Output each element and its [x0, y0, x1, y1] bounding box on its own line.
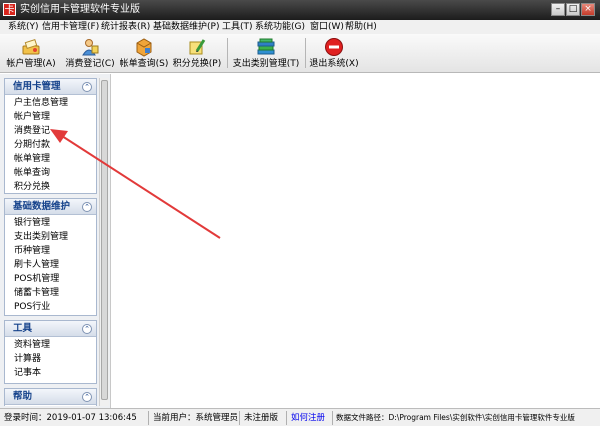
- nav-group-card-management: 信用卡管理 ⌃ 户主信息管理 帐户管理 消费登记 分期付款 帐单管理 帐单查询 …: [4, 78, 97, 194]
- nav-group-header[interactable]: 信用卡管理 ⌃: [5, 79, 96, 95]
- nav-scrollbar[interactable]: [99, 78, 109, 406]
- nav-group-title: 工具: [13, 323, 33, 334]
- status-register-state: 未注册版: [244, 413, 279, 423]
- collapse-icon[interactable]: ⌃: [82, 392, 92, 402]
- nav-item-data-management[interactable]: 资料管理: [5, 338, 96, 352]
- title-bar: 卡 实创信用卡管理软件专业版 – □ ×: [0, 0, 600, 20]
- status-separator: [286, 411, 287, 425]
- account-icon: [22, 38, 40, 55]
- menu-base-data[interactable]: 基础数据维护(P): [153, 21, 219, 33]
- books-icon: [257, 38, 275, 55]
- nav-item-notepad[interactable]: 记事本: [5, 366, 96, 380]
- status-data-path: 数据文件路径：D:\Program Files\实创软件\实创信用卡管理软件专业…: [336, 413, 575, 422]
- nav-item-pos-machine[interactable]: POS机管理: [5, 272, 96, 286]
- toolbar-account-button[interactable]: 帐户管理(A): [2, 34, 60, 72]
- toolbar-label: 帐单查询(S): [119, 59, 169, 69]
- window-title: 实创信用卡管理软件专业版: [20, 4, 140, 15]
- nav-group-header[interactable]: 帮助 ⌃: [5, 389, 96, 405]
- menu-bar: 系统(Y) 信用卡管理(F) 统计报表(R) 基础数据维护(P) 工具(T) 系…: [0, 20, 600, 34]
- toolbar-consume-register-button[interactable]: 消费登记(C): [62, 34, 118, 72]
- status-register-link[interactable]: 如何注册: [291, 412, 325, 424]
- menu-reports[interactable]: 统计报表(R): [101, 21, 150, 33]
- close-button[interactable]: ×: [581, 3, 595, 16]
- nav-item-bill-management[interactable]: 帐单管理: [5, 152, 96, 166]
- menu-card-management[interactable]: 信用卡管理(F): [42, 21, 99, 33]
- status-login-time: 登录时间：2019-01-07 13:06:45: [4, 413, 137, 423]
- nav-group-base-data: 基础数据维护 ⌃ 银行管理 支出类别管理 币种管理 刷卡人管理 POS机管理 储…: [4, 198, 97, 316]
- toolbar-separator: [227, 38, 228, 68]
- toolbar-label: 支出类别管理(T): [232, 59, 300, 69]
- nav-group-title: 信用卡管理: [13, 81, 61, 92]
- nav-item-installment[interactable]: 分期付款: [5, 138, 96, 152]
- nav-group-header[interactable]: 基础数据维护 ⌃: [5, 199, 96, 215]
- toolbar-label: 退出系统(X): [309, 59, 359, 69]
- nav-item-cardholder[interactable]: 刷卡人管理: [5, 258, 96, 272]
- status-separator: [332, 411, 333, 425]
- status-current-user: 当前用户：系统管理员: [153, 413, 239, 423]
- menu-help[interactable]: 帮助(H): [345, 21, 377, 33]
- menu-tools[interactable]: 工具(T): [222, 21, 253, 33]
- nav-item-calculator[interactable]: 计算器: [5, 352, 96, 366]
- nav-group-tools: 工具 ⌃ 资料管理 计算器 记事本: [4, 320, 97, 384]
- collapse-icon[interactable]: ⌃: [82, 202, 92, 212]
- exit-icon: [325, 38, 343, 56]
- points-exchange-icon: [189, 39, 206, 55]
- app-icon: 卡: [3, 3, 16, 16]
- menu-system[interactable]: 系统(Y): [8, 21, 39, 33]
- toolbar-label: 消费登记(C): [65, 59, 115, 69]
- nav-scrollbar-thumb[interactable]: [101, 80, 108, 400]
- bill-query-icon: [136, 38, 152, 57]
- nav-group-title: 帮助: [13, 391, 33, 402]
- nav-item-owner-info[interactable]: 户主信息管理: [5, 96, 96, 110]
- nav-item-consume-register[interactable]: 消费登记: [5, 124, 96, 138]
- nav-item-bill-query[interactable]: 帐单查询: [5, 166, 96, 180]
- toolbar-expense-category-button[interactable]: 支出类别管理(T): [230, 34, 302, 72]
- nav-item-expense-category[interactable]: 支出类别管理: [5, 230, 96, 244]
- toolbar-bill-query-button[interactable]: 帐单查询(S): [118, 34, 170, 72]
- status-separator: [148, 411, 149, 425]
- nav-group-help: 帮助 ⌃: [4, 388, 97, 406]
- maximize-button[interactable]: □: [566, 3, 580, 16]
- toolbar-points-exchange-button[interactable]: 积分兑换(P): [170, 34, 224, 72]
- nav-item-points-exchange[interactable]: 积分兑换: [5, 180, 96, 194]
- toolbar-label: 帐户管理(A): [6, 59, 56, 69]
- toolbar-label: 积分兑换(P): [172, 59, 222, 69]
- nav-item-bank-management[interactable]: 银行管理: [5, 216, 96, 230]
- collapse-icon[interactable]: ⌃: [82, 82, 92, 92]
- collapse-icon[interactable]: ⌃: [82, 324, 92, 334]
- toolbar-separator: [305, 38, 306, 68]
- status-separator: [239, 411, 240, 425]
- minimize-button[interactable]: –: [551, 3, 565, 16]
- consume-register-icon: [82, 39, 99, 56]
- nav-item-currency[interactable]: 币种管理: [5, 244, 96, 258]
- nav-item-pos-industry[interactable]: POS行业: [5, 300, 96, 314]
- status-data-path-cell: 数据文件路径：D:\Program Files\实创软件\实创信用卡管理软件专业…: [336, 409, 598, 426]
- main-content-area: [110, 74, 600, 408]
- nav-group-title: 基础数据维护: [13, 201, 71, 212]
- menu-system-functions[interactable]: 系统功能(G): [255, 21, 305, 33]
- nav-group-header[interactable]: 工具 ⌃: [5, 321, 96, 337]
- menu-window[interactable]: 窗口(W): [310, 21, 344, 33]
- toolbar-exit-button[interactable]: 退出系统(X): [308, 34, 360, 72]
- nav-item-debit-card[interactable]: 储蓄卡管理: [5, 286, 96, 300]
- nav-item-account-management[interactable]: 帐户管理: [5, 110, 96, 124]
- status-bar: 登录时间：2019-01-07 13:06:45 当前用户：系统管理员 未注册版…: [0, 408, 600, 426]
- toolbar: 帐户管理(A) 消费登记(C) 帐单查询(S) 积分兑换(P) 支出类别管理(T…: [0, 34, 600, 73]
